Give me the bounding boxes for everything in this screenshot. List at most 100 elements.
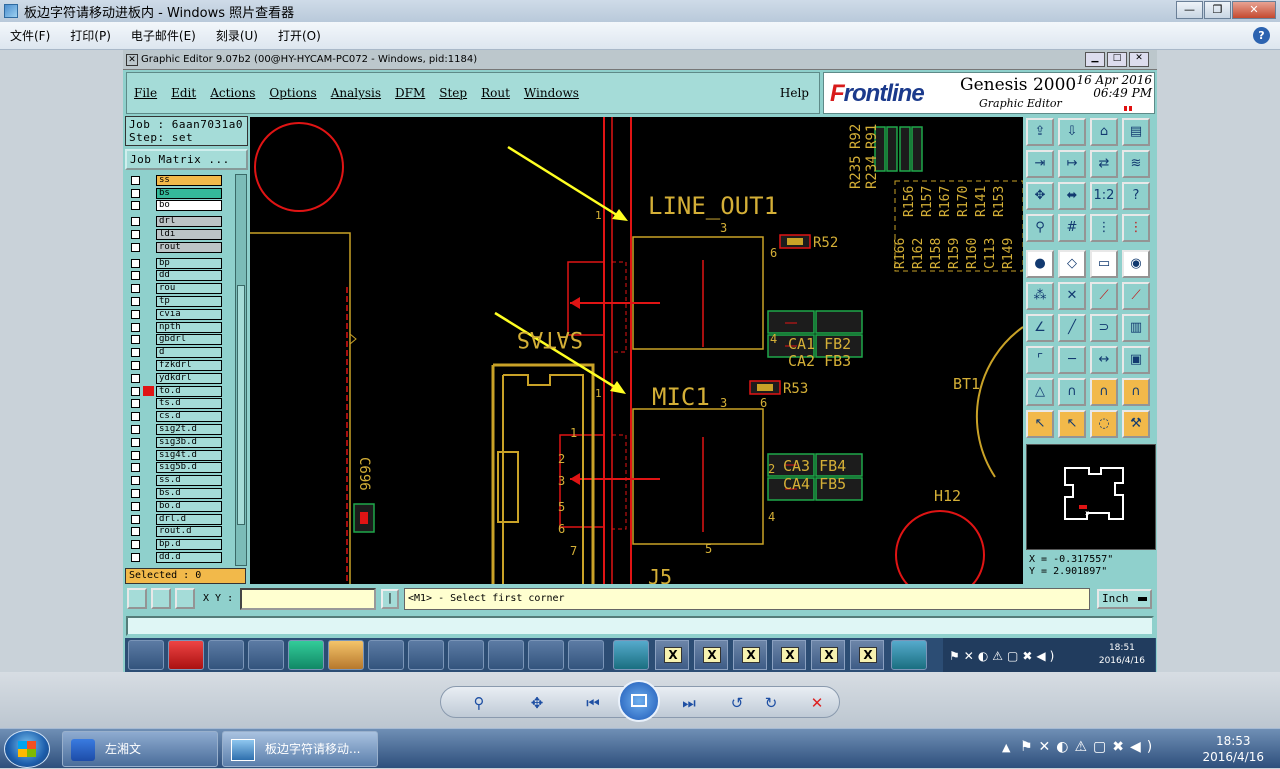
rotate-ccw-icon[interactable]: ↺ <box>725 693 749 713</box>
layer-checkbox[interactable] <box>131 284 140 294</box>
arch-orange-icon[interactable]: ∩ <box>1090 378 1118 406</box>
layer-name[interactable]: ss.d <box>156 475 222 487</box>
layer-checkbox[interactable] <box>131 242 140 252</box>
genesis-menu-file[interactable]: File <box>127 86 164 100</box>
next-icon[interactable]: ⏭ <box>677 693 701 713</box>
layer-name[interactable]: bo.d <box>156 500 222 512</box>
tools-icon[interactable]: ⚒ <box>1122 410 1150 438</box>
triangle-icon[interactable]: △ <box>1026 378 1054 406</box>
close-button[interactable]: ✕ <box>1232 1 1276 19</box>
layer-name[interactable]: sig5b.d <box>156 462 222 474</box>
swap-icon[interactable]: ⇄ <box>1090 150 1118 178</box>
snap-icon[interactable] <box>127 588 147 609</box>
minimize-button[interactable]: — <box>1176 1 1203 19</box>
layer-checkbox[interactable] <box>131 188 140 198</box>
layer-name[interactable]: drl <box>156 216 222 228</box>
actual-size-icon[interactable]: ✥ <box>525 693 549 713</box>
grid-icon[interactable]: # <box>1058 214 1086 242</box>
layer-row[interactable]: sig5b.d <box>125 462 235 475</box>
genesis-menu-windows[interactable]: Windows <box>517 86 586 100</box>
net-icon[interactable]: ⁂ <box>1026 282 1054 310</box>
layer-name[interactable]: rou <box>156 283 222 295</box>
layer-checkbox[interactable] <box>131 175 140 185</box>
grid-icon[interactable] <box>175 588 195 609</box>
arch-blue-icon[interactable]: ∩ <box>1122 378 1150 406</box>
layer-row[interactable]: rout.d <box>125 526 235 539</box>
layer-row[interactable]: npth <box>125 321 235 334</box>
layer-checkbox[interactable] <box>131 373 140 383</box>
layer-checkbox[interactable] <box>131 271 140 281</box>
line-node-icon[interactable]: ⟋ <box>1090 282 1118 310</box>
measure-icon[interactable]: ↔ <box>1090 346 1118 374</box>
genesis-menu-analysis[interactable]: Analysis <box>324 86 388 100</box>
rotate-cw-icon[interactable]: ↻ <box>759 693 783 713</box>
layer-checkbox[interactable] <box>131 386 140 396</box>
record-icon[interactable]: ● <box>1026 250 1054 278</box>
genesis-maximize-button[interactable]: □ <box>1107 52 1127 67</box>
genesis-menu-rout[interactable]: Rout <box>474 86 517 100</box>
scrollbar-thumb[interactable] <box>237 285 245 525</box>
ruler-icon[interactable]: ▭ <box>1090 250 1118 278</box>
layer-name[interactable]: bs <box>156 187 222 199</box>
layer-name[interactable]: dd.d <box>156 552 222 563</box>
layer-checkbox[interactable] <box>131 553 140 562</box>
layer-row[interactable]: rou <box>125 282 235 295</box>
arch-icon[interactable]: ∩ <box>1058 378 1086 406</box>
layer-checkbox[interactable] <box>131 463 140 473</box>
tray-expand-icon[interactable]: ▲ <box>1002 741 1010 754</box>
zoom-fit-icon[interactable]: ✥ <box>1026 182 1054 210</box>
home-icon[interactable]: ⌂ <box>1090 118 1118 146</box>
layer-row[interactable]: ldi <box>125 228 235 241</box>
pan-icon[interactable]: ⬌ <box>1058 182 1086 210</box>
layer-row[interactable]: dd <box>125 270 235 283</box>
layer-row[interactable]: bo.d <box>125 500 235 513</box>
xy-input[interactable] <box>240 588 376 610</box>
layer-checkbox[interactable] <box>131 297 140 307</box>
layer-name[interactable]: bs.d <box>156 488 222 500</box>
layer-name[interactable]: bp.d <box>156 539 222 551</box>
tray-icons[interactable]: ⚑✕◐⚠▢✖◀) <box>1020 739 1158 755</box>
layer-checkbox[interactable] <box>131 540 140 550</box>
pointer-orange-icon[interactable]: ↖ <box>1058 410 1086 438</box>
genesis-menu-help[interactable]: Help <box>780 86 809 100</box>
angle-icon[interactable] <box>151 588 171 609</box>
taskbar-item-photo-viewer[interactable]: 板边字符请移动... <box>222 731 378 767</box>
genesis-menu-actions[interactable]: Actions <box>203 86 262 100</box>
genesis-menu-dfm[interactable]: DFM <box>388 86 432 100</box>
layer-name[interactable]: rout <box>156 241 222 253</box>
angle-icon[interactable]: ∠ <box>1026 314 1054 342</box>
import-icon[interactable]: ⇥ <box>1026 150 1054 178</box>
layer-checkbox[interactable] <box>131 399 140 409</box>
open-icon[interactable]: ⇪ <box>1026 118 1054 146</box>
layer-checkbox[interactable] <box>131 322 140 332</box>
navigation-preview[interactable]: x <box>1026 444 1156 550</box>
line-node-red-icon[interactable]: ⟋ <box>1122 282 1150 310</box>
layer-checkbox[interactable] <box>131 309 140 319</box>
layer-row[interactable]: ts.d <box>125 398 235 411</box>
layer-row[interactable]: rout <box>125 241 235 254</box>
pcb-drawing[interactable]: LINE_OUT1 MIC1 R52 R53 CA1 FB2 CA2 FB3 C… <box>250 117 1023 584</box>
zoom-icon[interactable]: ⚲ <box>467 693 491 713</box>
layer-name[interactable]: ldi <box>156 229 222 241</box>
layer-row[interactable]: ss.d <box>125 474 235 487</box>
menu-email[interactable]: 电子邮件(E) <box>121 27 206 44</box>
graphic-canvas[interactable]: LINE_OUT1 MIC1 R52 R53 CA1 FB2 CA2 FB3 C… <box>250 117 1023 584</box>
corner-icon[interactable]: ⌜ <box>1026 346 1054 374</box>
layer-checkbox[interactable] <box>131 450 140 460</box>
delete-icon[interactable]: ✕ <box>805 693 829 713</box>
layer-row[interactable]: sig2t.d <box>125 423 235 436</box>
layer-row[interactable]: cs.d <box>125 410 235 423</box>
array-red-icon[interactable]: ⋮ <box>1122 214 1150 242</box>
group-icon[interactable]: ▣ <box>1122 346 1150 374</box>
layout-icon[interactable]: ▤ <box>1122 118 1150 146</box>
layer-row[interactable]: bp <box>125 257 235 270</box>
genesis-menu-edit[interactable]: Edit <box>164 86 203 100</box>
layer-checkbox[interactable] <box>131 201 140 211</box>
layer-checkbox[interactable] <box>131 425 140 435</box>
layer-row[interactable]: bs <box>125 187 235 200</box>
layer-row[interactable]: sig3b.d <box>125 436 235 449</box>
layer-checkbox[interactable] <box>131 501 140 511</box>
layer-name[interactable]: sig4t.d <box>156 449 222 461</box>
layer-name[interactable]: ts.d <box>156 398 222 410</box>
target-icon[interactable]: ◉ <box>1122 250 1150 278</box>
